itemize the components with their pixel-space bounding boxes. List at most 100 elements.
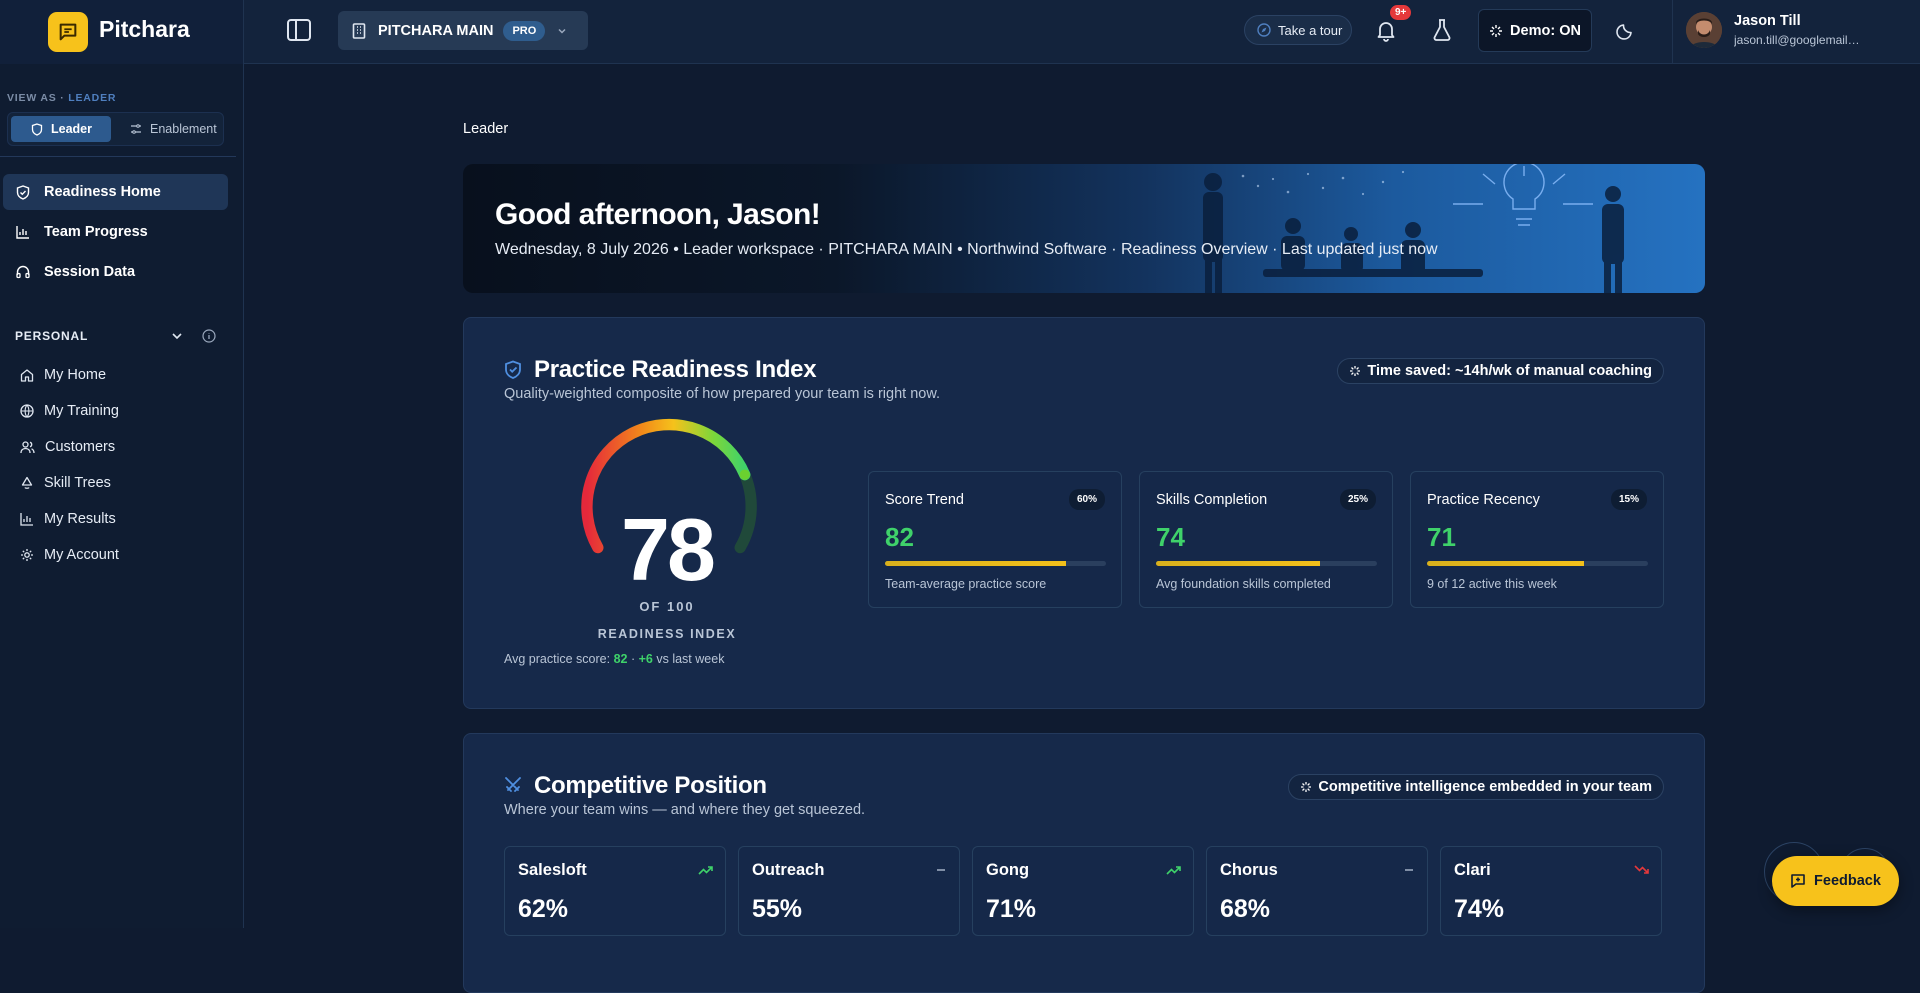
hero-illustration <box>1203 164 1624 293</box>
competitive-intel-badge: Competitive intelligence embedded in you… <box>1288 774 1664 800</box>
sidebar-item-my-home[interactable]: My Home <box>20 360 106 390</box>
view-as-leader-button[interactable]: Leader <box>11 116 111 142</box>
sparkle-icon <box>1301 782 1312 792</box>
view-as-enablement-button[interactable]: Enablement <box>120 116 220 142</box>
home-icon <box>20 369 34 382</box>
demo-label: Demo: ON <box>1510 22 1581 39</box>
metric-card-practice-recency: Practice Recency 15% 71 9 of 12 active t… <box>1410 471 1664 608</box>
theme-moon-icon[interactable] <box>1616 20 1636 40</box>
shield-icon <box>505 360 521 379</box>
sidebar: VIEW AS · LEADER Leader Enablement Readi… <box>0 64 244 928</box>
take-tour-button[interactable]: Take a tour <box>1244 15 1352 45</box>
flask-icon[interactable] <box>1431 18 1453 42</box>
swords-icon <box>505 777 521 792</box>
info-icon[interactable] <box>202 329 216 343</box>
chevron-down-icon <box>558 28 566 34</box>
trend-up-icon <box>1166 866 1181 875</box>
sidebar-item-skill-trees[interactable]: Skill Trees <box>20 468 111 498</box>
view-as-value: LEADER <box>68 92 117 104</box>
sidebar-toggle-icon[interactable] <box>286 18 312 42</box>
sidebar-item-customers[interactable]: Customers <box>20 432 115 462</box>
metric-card-skills-completion: Skills Completion 25% 74 Avg foundation … <box>1139 471 1393 608</box>
chevron-down-icon[interactable] <box>170 329 184 343</box>
chat-logo-icon <box>48 12 88 52</box>
shield-icon <box>31 122 43 136</box>
personal-section-title: PERSONAL <box>15 329 89 343</box>
progress-bar <box>885 561 1106 566</box>
competitive-title: Competitive Position <box>534 772 767 799</box>
readiness-card: Practice Readiness Index Quality-weighte… <box>463 317 1705 709</box>
sidebar-divider <box>0 156 236 157</box>
time-saved-badge: Time saved: ~14h/wk of manual coaching <box>1337 358 1664 384</box>
sidebar-item-session-data[interactable]: Session Data <box>3 254 228 290</box>
user-divider <box>1672 0 1673 64</box>
users-icon <box>20 441 35 454</box>
breadcrumb: Leader <box>463 121 509 137</box>
competitor-card-gong[interactable]: Gong 71% <box>972 846 1194 936</box>
avg-practice-score: Avg practice score: 82 · +6 vs last week <box>504 652 725 666</box>
sidebar-item-readiness-home[interactable]: Readiness Home <box>3 174 228 210</box>
tree-icon <box>21 476 33 489</box>
gear-icon <box>21 549 33 561</box>
competitor-card-salesloft[interactable]: Salesloft 62% <box>504 846 726 936</box>
plan-badge: PRO <box>503 20 546 41</box>
sparkle-icon <box>1490 24 1503 37</box>
top-bar: Pitchara PITCHARA MAIN PRO Take a tour 9… <box>0 0 1920 64</box>
view-as-toggle: Leader Enablement <box>7 112 224 146</box>
notifications-bell-icon[interactable] <box>1374 18 1398 42</box>
take-tour-label: Take a tour <box>1278 22 1343 38</box>
sidebar-item-my-results[interactable]: My Results <box>20 504 116 534</box>
feedback-button[interactable]: Feedback <box>1772 856 1899 906</box>
compass-icon <box>1257 23 1271 37</box>
user-email: jason.till@googlemail.com <box>1734 33 1860 47</box>
greeting-title: Good afternoon, Jason! <box>495 198 821 231</box>
gauge-knob <box>739 469 750 480</box>
competitor-card-chorus[interactable]: Chorus 68% <box>1206 846 1428 936</box>
competitive-card: Competitive Position Where your team win… <box>463 733 1705 993</box>
workspace-switcher[interactable]: PITCHARA MAIN PRO <box>338 11 588 50</box>
readiness-index-max: OF 100 <box>639 599 695 614</box>
trend-up-icon <box>698 866 713 875</box>
notification-count-badge: 9+ <box>1390 5 1412 20</box>
user-name: Jason Till <box>1734 13 1801 29</box>
competitor-card-outreach[interactable]: Outreach 55% <box>738 846 960 936</box>
hero-banner: Good afternoon, Jason! Wednesday, 8 July… <box>463 164 1705 293</box>
metric-value: 71 <box>1427 522 1456 552</box>
headphones-icon <box>16 265 30 279</box>
weight-badge: 25% <box>1339 489 1376 510</box>
workspace-name: PITCHARA MAIN <box>378 22 494 39</box>
shield-icon <box>16 184 30 200</box>
avatar[interactable] <box>1686 12 1722 48</box>
weight-badge: 15% <box>1610 489 1647 510</box>
trend-flat-icon <box>937 869 945 871</box>
sparkle-icon <box>1350 366 1361 376</box>
main-content: Leader Good afternoon, Jason! Wednesday,… <box>245 64 1920 993</box>
bar-chart-icon <box>20 513 33 526</box>
brand[interactable]: Pitchara <box>0 0 244 64</box>
readiness-subtitle: Quality-weighted composite of how prepar… <box>504 386 941 402</box>
weight-badge: 60% <box>1068 489 1105 510</box>
brand-name: Pitchara <box>99 15 190 42</box>
metric-value: 82 <box>885 522 914 552</box>
globe-icon <box>20 404 34 418</box>
metric-value: 74 <box>1156 522 1185 552</box>
feedback-icon <box>1791 874 1805 888</box>
trend-down-icon <box>1634 865 1649 874</box>
building-icon <box>352 22 366 39</box>
readiness-index-value: 78 <box>621 500 716 599</box>
sidebar-item-my-training[interactable]: My Training <box>20 396 119 426</box>
sliders-icon <box>131 124 141 134</box>
progress-bar <box>1427 561 1648 566</box>
sidebar-item-my-account[interactable]: My Account <box>20 540 119 570</box>
bar-chart-icon <box>16 226 29 239</box>
readiness-index-label: READINESS INDEX <box>597 627 737 641</box>
readiness-title: Practice Readiness Index <box>534 356 817 383</box>
greeting-subtitle: Wednesday, 8 July 2026 • Leader workspac… <box>495 241 1438 258</box>
demo-toggle-button[interactable]: Demo: ON <box>1478 9 1592 52</box>
competitor-card-clari[interactable]: Clari 74% <box>1440 846 1662 936</box>
view-as-label: VIEW AS · LEADER <box>7 92 117 104</box>
sidebar-item-team-progress[interactable]: Team Progress <box>3 214 228 250</box>
trend-flat-icon <box>1405 869 1413 871</box>
progress-bar <box>1156 561 1377 566</box>
metric-card-score-trend: Score Trend 60% 82 Team-average practice… <box>868 471 1122 608</box>
